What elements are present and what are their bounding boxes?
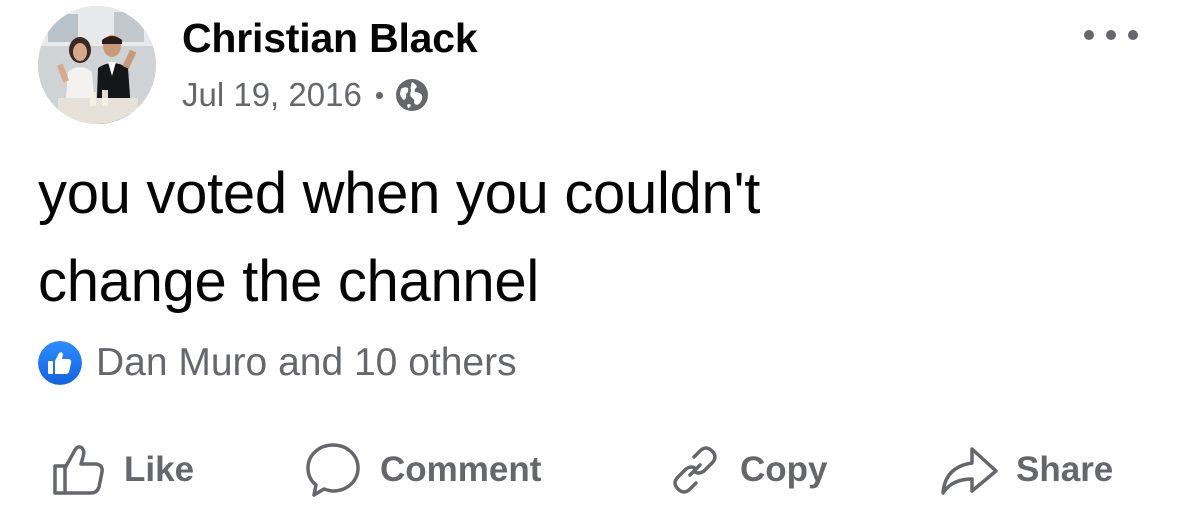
action-bar: Like Comment Copy Share: [0, 438, 1179, 502]
post-meta: Jul 19, 2016: [182, 74, 429, 116]
link-icon: [673, 446, 717, 494]
post-text-line: you voted when you couldn't: [38, 161, 761, 226]
share-arrow-icon: [941, 447, 998, 495]
reactions-text: Dan Muro and 10 others: [96, 341, 517, 384]
separator-dot: [375, 91, 383, 99]
author-name[interactable]: Christian Black: [182, 14, 478, 62]
more-dot: [1128, 30, 1138, 40]
more-dot: [1084, 30, 1094, 40]
like-button[interactable]: Like: [50, 438, 194, 502]
share-label: Share: [1016, 450, 1114, 489]
post-date[interactable]: Jul 19, 2016: [182, 76, 362, 114]
like-label: Like: [124, 450, 195, 489]
thumbs-up-icon: [53, 445, 104, 495]
post-text-line: change the channel: [38, 249, 539, 314]
ellipsis-icon[interactable]: [1084, 22, 1138, 48]
comment-button[interactable]: Comment: [302, 438, 541, 502]
share-button[interactable]: Share: [938, 438, 1113, 502]
more-dot: [1106, 30, 1116, 40]
copy-button[interactable]: Copy: [666, 438, 828, 502]
post-card: Christian Black Jul 19, 2016 you voted w…: [0, 0, 1179, 512]
copy-label: Copy: [740, 450, 828, 489]
author-avatar[interactable]: [38, 6, 156, 124]
globe-icon[interactable]: [395, 78, 429, 112]
speech-bubble-icon: [306, 443, 360, 497]
avatar-photo: [38, 6, 156, 124]
comment-label: Comment: [380, 450, 542, 489]
like-reaction-icon: [38, 341, 82, 385]
reactions-summary[interactable]: Dan Muro and 10 others: [38, 338, 517, 388]
post-text: you voted when you couldn't change the c…: [38, 150, 1138, 326]
